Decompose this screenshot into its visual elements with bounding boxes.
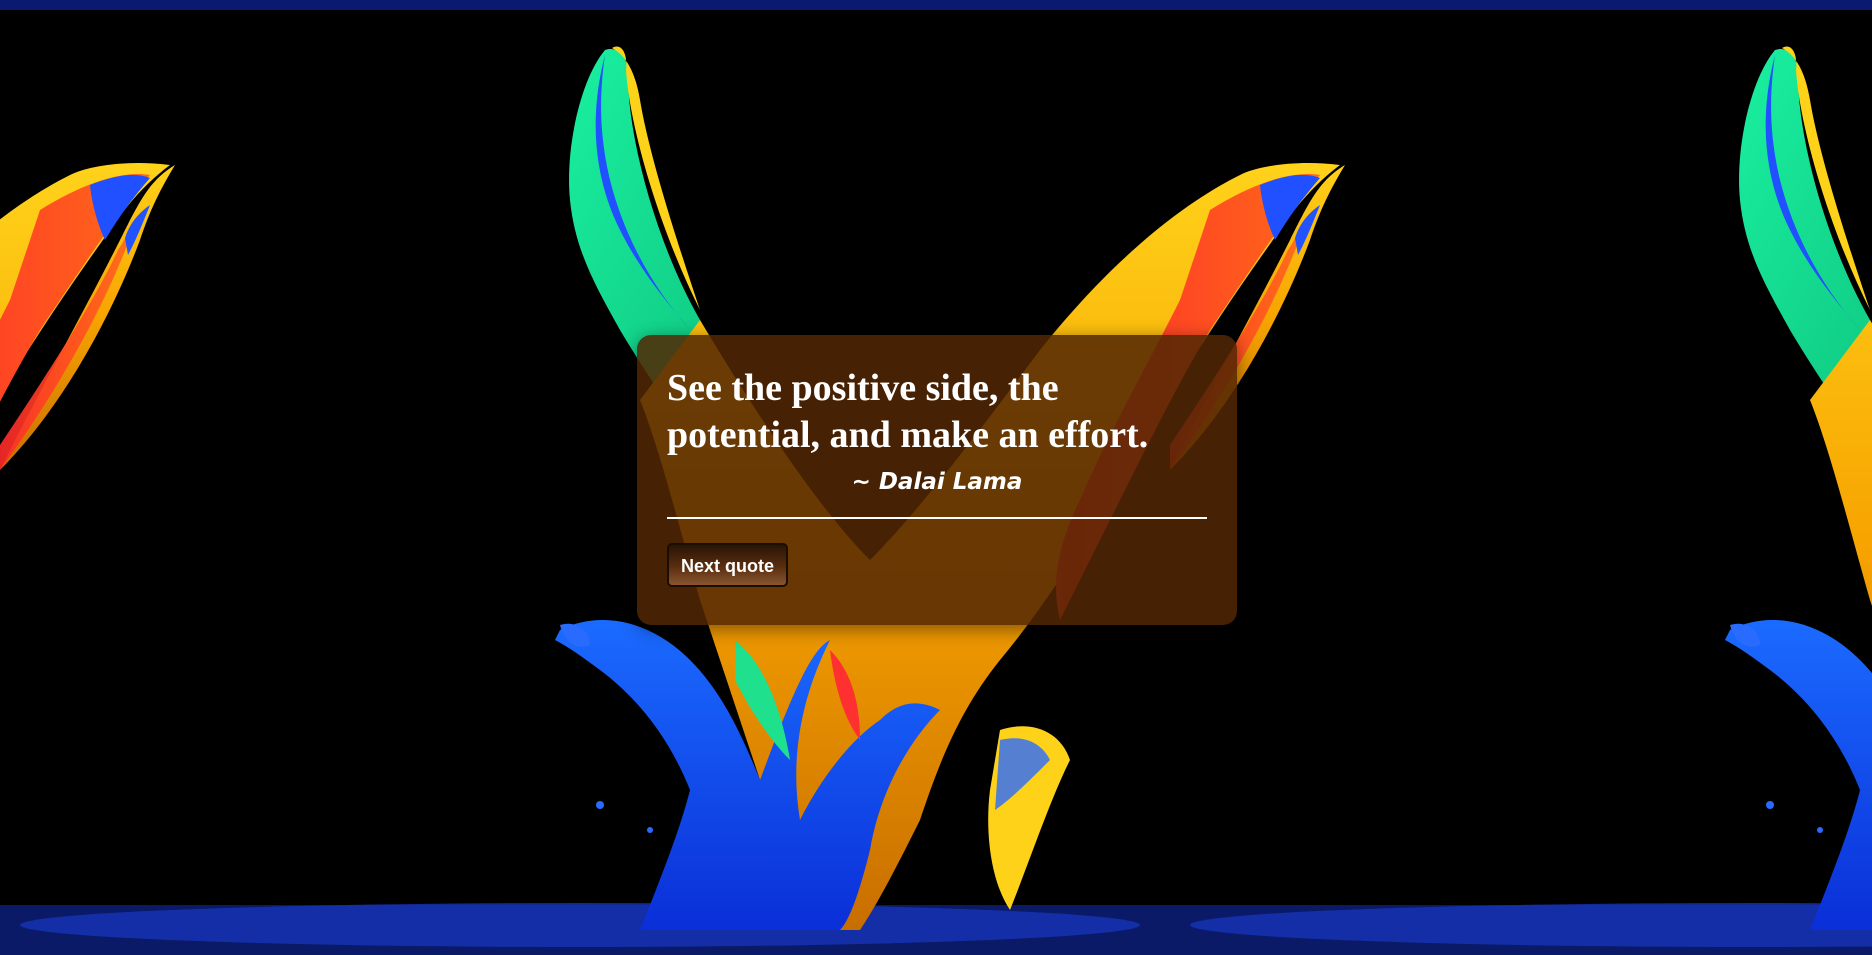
page: See the positive side, the potential, an… bbox=[0, 0, 1872, 955]
quote-card: See the positive side, the potential, an… bbox=[637, 335, 1237, 625]
quote-text: See the positive side, the potential, an… bbox=[667, 367, 1149, 456]
divider bbox=[667, 517, 1207, 519]
next-quote-button[interactable]: Next quote bbox=[667, 543, 789, 587]
quote-author: ~ Dalai Lama bbox=[851, 469, 1023, 495]
